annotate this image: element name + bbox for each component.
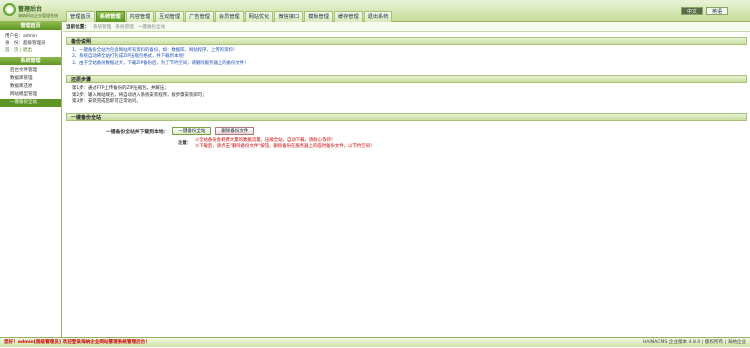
nav-tab[interactable]: 退出系统 (364, 11, 393, 22)
backup-label: 一键备份全站并下载到本地： (106, 128, 168, 135)
breadcrumb-item[interactable]: 系统管理 (115, 24, 133, 30)
section-title: 一键备份全站 (66, 113, 747, 121)
logo: 管理后台 海纳网站企业管理系统 (3, 3, 63, 20)
restore-line: 第3步：安装完成后即可正常访问。 (72, 99, 741, 105)
sidebar-header-system[interactable]: 系统管理 (0, 57, 61, 65)
sidebar-item[interactable]: 一键备份全站 (0, 99, 61, 107)
backup-site-button[interactable]: 一键备份全站 (172, 127, 211, 135)
section-body: 第1步：通过FTP上传备份的ZIP压缩包，并解压； 第2步：输入网站域名，将自动… (66, 83, 747, 108)
user-links[interactable]: 首 页 | 退出 (5, 47, 56, 54)
brand-title: 管理后台 (18, 4, 42, 13)
nav-tab[interactable]: 管理首页 (66, 11, 95, 22)
logo-mark (3, 3, 16, 16)
nav-tab[interactable]: 系统管理 (96, 11, 125, 22)
note-line: ②下载后，请点击"删除备份文件"按钮，删除备份在服务器上的临时备份文件，以节约空… (195, 144, 374, 150)
breadcrumb-label: 当前位置： (66, 24, 89, 30)
sidebar-item[interactable]: 网站模型管理 (0, 91, 61, 99)
language-switch: 中文 英语 (681, 7, 728, 15)
nav-tab[interactable]: 广告管理 (185, 11, 214, 22)
brand-subtitle: 海纳网站企业管理系统 (18, 13, 58, 19)
note-label: 注意： (178, 138, 191, 150)
main-content: 当前位置： 系统管理 系统管理 一键备份全站 备份说明 1、一键备份全站为包含网… (63, 22, 750, 347)
backup-description-section: 备份说明 1、一键备份全站为包含网站所有资料的备份，如：数据库、网站程序、上传的… (66, 37, 747, 70)
user-info: 用户名：admin 身 份：超级管理员 首 页 | 退出 (0, 30, 61, 57)
breadcrumb-item[interactable]: 系统管理 (93, 24, 111, 30)
nav-tab[interactable]: 缓存管理 (334, 11, 363, 22)
user-name: 用户名：admin (5, 33, 56, 40)
breadcrumb: 当前位置： 系统管理 系统管理 一键备份全站 (63, 22, 750, 32)
nav-tab[interactable]: 微信接口 (274, 11, 303, 22)
section-body: 1、一键备份全站为包含网站所有资料的备份，如：数据库、网站程序、上传的资料！ 2… (66, 45, 747, 70)
user-role: 身 份：超级管理员 (5, 40, 56, 47)
nav-tab[interactable]: 网站优化 (245, 11, 274, 22)
sidebar-menu: 后台文件管理数据库管理数据库还原网站模型管理一键备份全站 (0, 65, 61, 107)
breadcrumb-item: 一键备份全站 (138, 24, 166, 30)
sidebar-item[interactable]: 数据库管理 (0, 75, 61, 83)
restore-steps-section: 还原步骤 第1步：通过FTP上传备份的ZIP压缩包，并解压； 第2步：输入网站域… (66, 75, 747, 108)
nav-tab[interactable]: 互动管理 (155, 11, 184, 22)
sidebar-header-home[interactable]: 管理首页 (0, 22, 61, 30)
desc-line: 3、由于全站备份数据过大，下载ZIP备份后，为了节约空间，请删除服务器上的备份文… (72, 61, 741, 67)
backup-row: 一键备份全站并下载到本地： 一键备份全站 删除备份文件 (66, 127, 747, 135)
sidebar-item[interactable]: 后台文件管理 (0, 67, 61, 75)
main-nav: 管理首页系统管理内容管理互动管理广告管理会员管理网站优化微信接口模板管理缓存管理… (66, 11, 392, 22)
backup-notes: 注意： ①全站备份会耗费大量的数据流量，压缩全站，自动下载，请耐心等待！ ②下载… (66, 138, 747, 150)
top-header: 管理后台 海纳网站企业管理系统 管理首页系统管理内容管理互动管理广告管理会员管理… (0, 0, 750, 22)
section-title: 备份说明 (66, 37, 747, 45)
nav-tab[interactable]: 模板管理 (304, 11, 333, 22)
nav-tab[interactable]: 内容管理 (126, 11, 155, 22)
lang-chinese-button[interactable]: 中文 (681, 7, 703, 15)
sidebar: 管理首页 用户名：admin 身 份：超级管理员 首 页 | 退出 系统管理 后… (0, 22, 62, 347)
sidebar-item[interactable]: 数据库还原 (0, 83, 61, 91)
welcome-message: 您好！admin[超级管理员] 欢迎登录海纳企业网站管理系统管理后台！ (4, 340, 150, 345)
nav-tab[interactable]: 会员管理 (215, 11, 244, 22)
status-bar: 您好！admin[超级管理员] 欢迎登录海纳企业网站管理系统管理后台！ HAIN… (0, 337, 750, 347)
section-title: 还原步骤 (66, 75, 747, 83)
delete-backup-button[interactable]: 删除备份文件 (215, 127, 254, 135)
backup-section: 一键备份全站 一键备份全站并下载到本地： 一键备份全站 删除备份文件 注意： ①… (66, 113, 747, 150)
lang-english-button[interactable]: 英语 (706, 7, 728, 15)
